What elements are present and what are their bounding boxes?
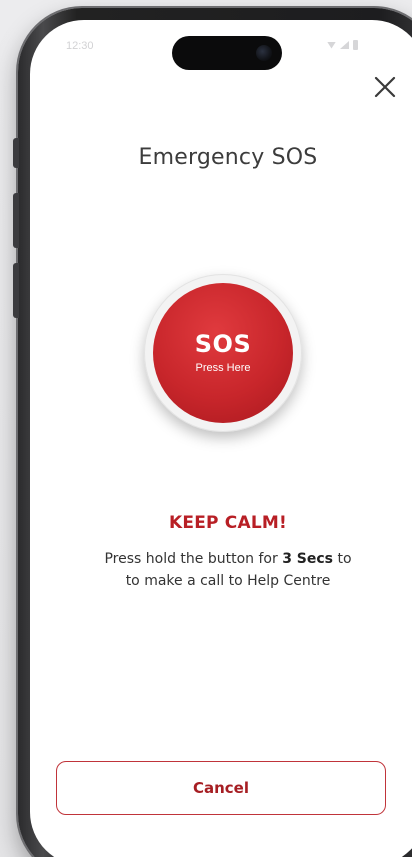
phone-screen: 12:30 Emergency SOS SOS Press Here KEEP … [30, 20, 412, 857]
instruction-duration: 3 Secs [282, 551, 334, 567]
instruction-line-2: to make a call to Help Centre [125, 573, 331, 589]
instruction-text: Press hold the button for 3 Secs to to m… [50, 548, 406, 592]
sos-label: SOS [194, 330, 252, 358]
close-button[interactable] [370, 72, 400, 102]
page-title: Emergency SOS [138, 145, 318, 170]
volume-up-button [13, 193, 19, 248]
sos-sublabel: Press Here [195, 362, 251, 374]
scene: 12:30 Emergency SOS SOS Press Here KEEP … [0, 0, 412, 857]
status-time: 12:30 [66, 40, 94, 52]
camera-icon [256, 45, 272, 61]
battery-icon [353, 40, 358, 50]
sos-button[interactable]: SOS Press Here [153, 283, 293, 423]
keep-calm-heading: KEEP CALM! [169, 513, 287, 533]
wifi-icon [327, 41, 336, 49]
sos-button-ring: SOS Press Here [144, 274, 302, 432]
dynamic-island [172, 36, 282, 70]
cancel-button[interactable]: Cancel [56, 761, 386, 815]
action-button [13, 138, 19, 168]
phone-frame: 12:30 Emergency SOS SOS Press Here KEEP … [13, 8, 412, 857]
close-icon [374, 76, 396, 98]
instruction-line-start: Press hold the button for [104, 551, 283, 567]
status-icons [327, 40, 358, 50]
volume-down-button [13, 263, 19, 318]
instruction-line-end: to [333, 551, 352, 567]
signal-icon [340, 41, 349, 49]
cancel-label: Cancel [192, 779, 249, 797]
